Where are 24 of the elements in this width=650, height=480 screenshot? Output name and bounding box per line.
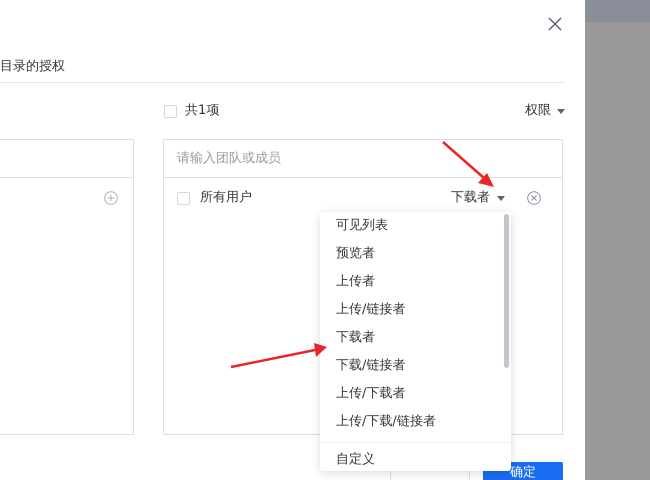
menu-item[interactable]: 上传者	[320, 268, 511, 296]
menu-item[interactable]: 可见列表	[320, 212, 511, 240]
close-icon[interactable]	[548, 17, 562, 31]
search-field[interactable]: 请输入团队或成员	[164, 140, 562, 177]
annotation-arrow	[442, 141, 494, 187]
menu-item[interactable]: 上传/下载/链接者	[320, 408, 511, 436]
role-select[interactable]: 下载者	[451, 188, 490, 208]
caret-icon[interactable]	[497, 196, 505, 200]
select-all-checkbox[interactable]	[164, 104, 177, 118]
menu-item[interactable]: 下载/链接者	[320, 352, 511, 380]
scrollbar[interactable]	[504, 214, 509, 368]
menu-item[interactable]: 上传/链接者	[320, 296, 511, 324]
add-icon[interactable]	[104, 191, 118, 205]
backdrop-bar	[585, 0, 650, 22]
member-name: 所有用户	[200, 189, 252, 208]
tab-label[interactable]: 目录的授权	[0, 57, 65, 76]
remove-icon[interactable]	[527, 191, 541, 205]
menu-item[interactable]: 预览者	[320, 240, 511, 268]
member-checkbox[interactable]	[177, 192, 190, 204]
permission-header[interactable]: 权限	[525, 101, 551, 121]
menu-item[interactable]: 下载者	[320, 324, 511, 352]
item-count: 共1项	[185, 102, 220, 120]
caret-icon[interactable]	[557, 108, 565, 114]
menu-item[interactable]: 上传/下载者	[320, 380, 511, 408]
